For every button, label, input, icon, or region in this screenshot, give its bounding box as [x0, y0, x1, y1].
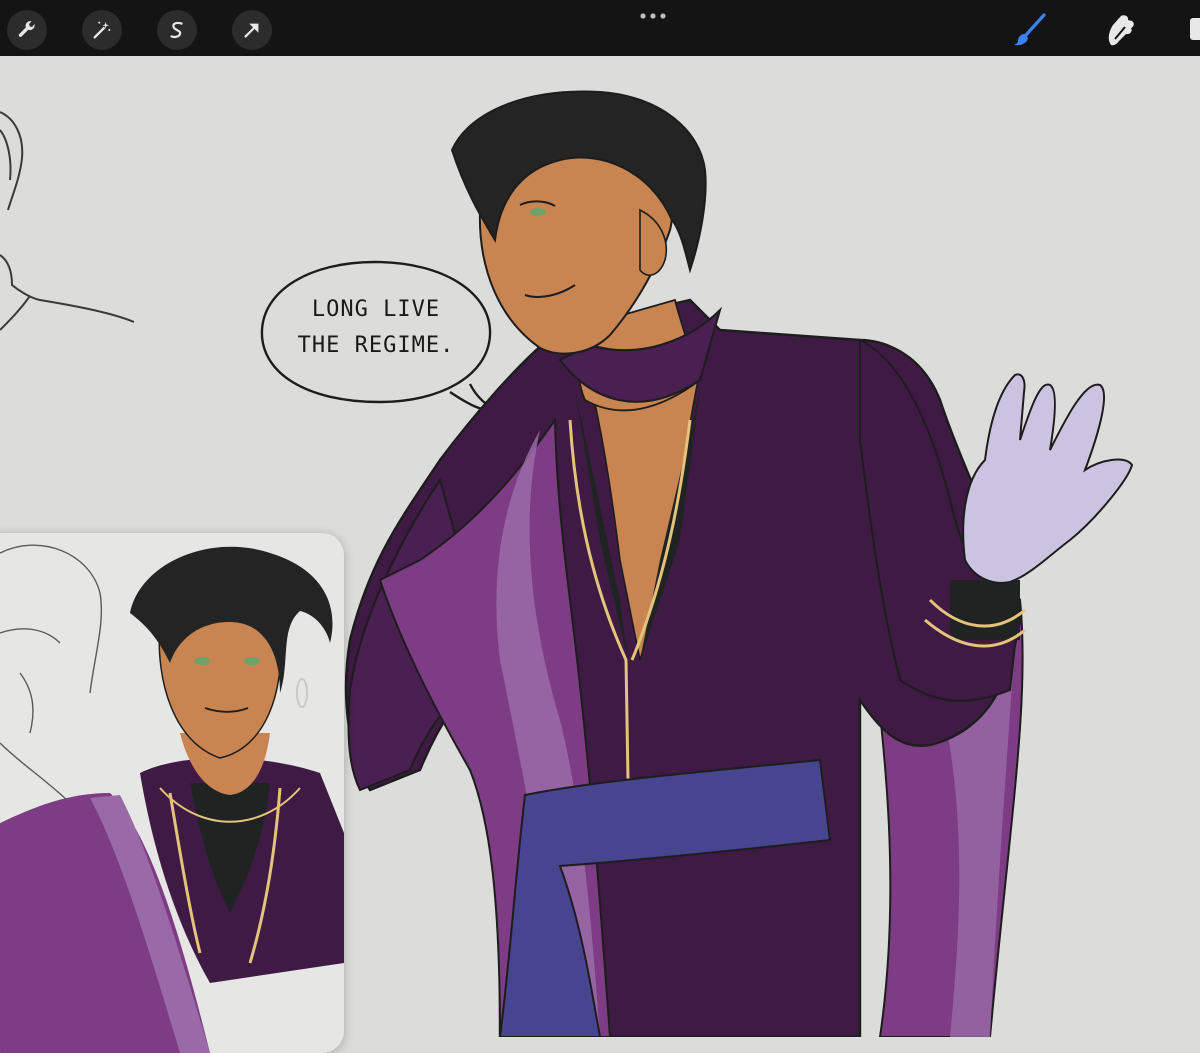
reference-image-window[interactable] [0, 533, 344, 1053]
brush-tool-button[interactable] [1010, 10, 1050, 50]
adjustments-button[interactable] [82, 10, 122, 50]
selection-button[interactable] [157, 10, 197, 50]
more-dots-icon[interactable] [636, 8, 670, 24]
smudge-tool-button[interactable] [1100, 10, 1140, 50]
top-toolbar [0, 0, 1200, 56]
layers-button-partial[interactable] [1190, 18, 1200, 40]
speech-line-1: LONG LIVE [311, 297, 441, 322]
speech-line-2: THE REGIME. [297, 333, 455, 358]
wrench-icon [18, 21, 35, 37]
pencil-sketch [0, 111, 135, 331]
brush-icon [1014, 13, 1046, 46]
magic-wand-icon [93, 21, 111, 39]
move-arrow-icon [244, 23, 259, 38]
actions-button[interactable] [7, 10, 47, 50]
smudge-icon [1108, 15, 1134, 46]
transform-button[interactable] [232, 10, 272, 50]
reference-artwork [0, 544, 344, 1053]
selection-s-icon [170, 21, 183, 39]
glove [962, 373, 1134, 584]
